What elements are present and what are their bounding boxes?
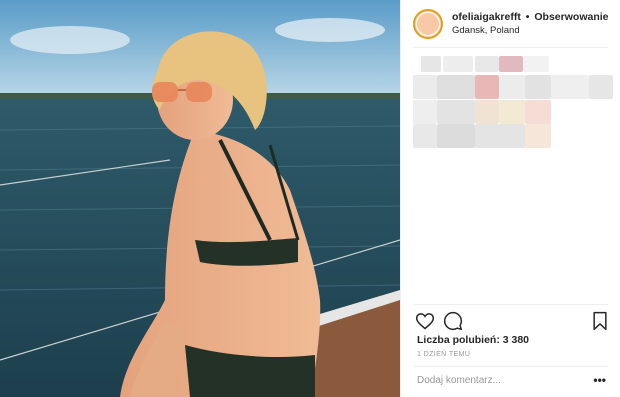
location-link[interactable]: Gdansk, Poland bbox=[452, 24, 609, 38]
following-button[interactable]: Obserwowanie bbox=[534, 11, 608, 23]
avatar[interactable] bbox=[413, 9, 443, 39]
heart-icon[interactable] bbox=[415, 311, 435, 331]
header-divider bbox=[413, 47, 608, 48]
comment-divider bbox=[413, 366, 608, 367]
post-sidebar: ofeliaigakrefft • Obserwowanie Gdansk, P… bbox=[400, 0, 620, 397]
username-link[interactable]: ofeliaigakrefft bbox=[452, 11, 521, 23]
user-row: ofeliaigakrefft • Obserwowanie bbox=[452, 10, 609, 24]
more-options-icon[interactable]: ••• bbox=[593, 373, 606, 387]
comment-row: ••• bbox=[417, 373, 610, 393]
post-meta: ofeliaigakrefft • Obserwowanie Gdansk, P… bbox=[452, 10, 609, 38]
actions-divider bbox=[413, 304, 608, 305]
photo-image bbox=[0, 0, 400, 397]
likes-count[interactable]: Liczba polubień: 3 380 bbox=[417, 334, 529, 346]
post-photo[interactable] bbox=[0, 0, 400, 397]
separator-dot: • bbox=[525, 11, 530, 23]
post-actions bbox=[415, 311, 610, 333]
comment-icon[interactable] bbox=[443, 311, 463, 331]
post-header: ofeliaigakrefft • Obserwowanie Gdansk, P… bbox=[413, 6, 612, 42]
blurred-caption bbox=[413, 50, 613, 160]
avatar-image bbox=[416, 12, 440, 36]
bookmark-icon[interactable] bbox=[590, 311, 610, 331]
comment-input[interactable] bbox=[417, 375, 587, 386]
post-time[interactable]: 1 DZIEŃ TEMU bbox=[417, 351, 470, 358]
